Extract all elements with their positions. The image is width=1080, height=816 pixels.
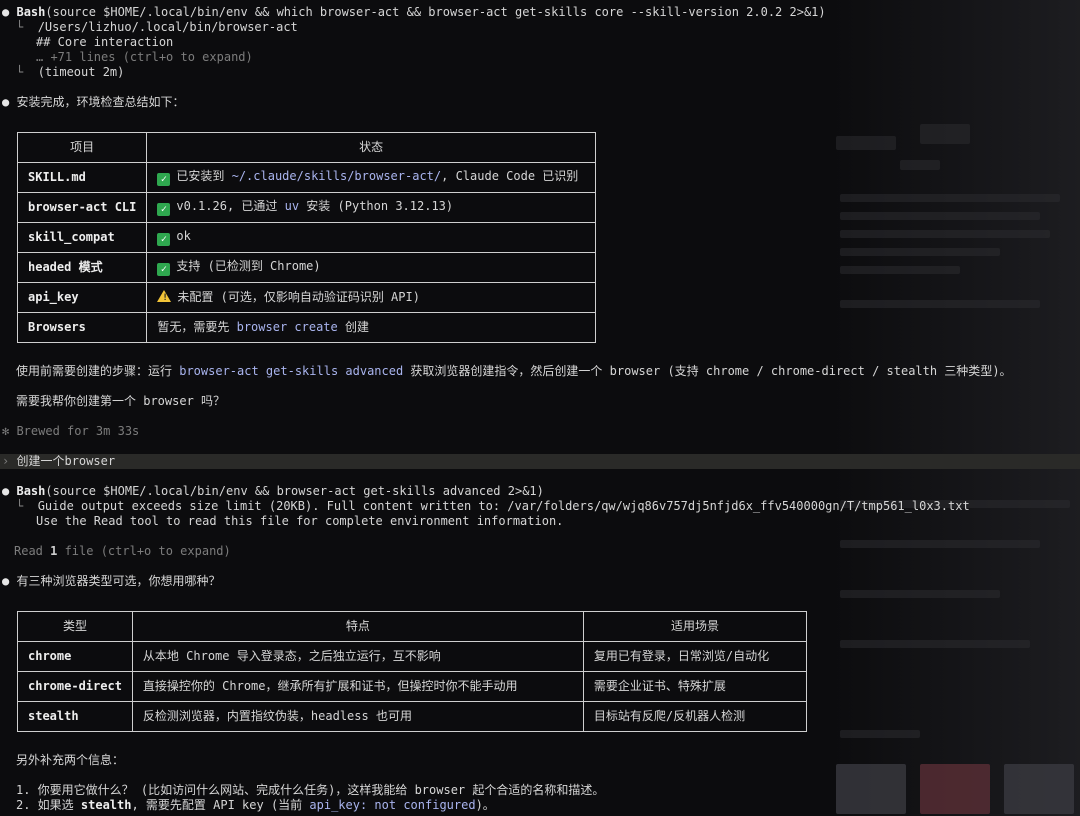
corner-icon: └ bbox=[16, 499, 24, 513]
table-key-cell: browser-act CLI bbox=[16, 192, 148, 223]
table-status-cell: 暂无，需要先 browser create 创建 bbox=[146, 312, 596, 343]
table-row: api_key 未配置 (可选，仅影响自动验证码识别 API) bbox=[16, 282, 596, 313]
table-cell: 目标站有反爬/反机器人检测 bbox=[582, 701, 808, 732]
read-file-line[interactable]: Read 1 file (ctrl+o to expand) bbox=[14, 544, 231, 559]
list-item-2: 2. 如果选 stealth, 需要先配置 API key (当前 api_ke… bbox=[16, 798, 495, 812]
bash-output-line: └ Guide output exceeds size limit (20KB)… bbox=[16, 499, 970, 513]
bash-call-1: ● Bash(source $HOME/.local/bin/env && wh… bbox=[2, 5, 826, 19]
table-key-cell: chrome bbox=[17, 641, 133, 672]
prompt-marker-icon: › bbox=[2, 454, 10, 468]
table-cell: 需要企业证书、特殊扩展 bbox=[582, 671, 808, 702]
expand-hint[interactable]: … +71 lines (ctrl+o to expand) bbox=[36, 50, 253, 65]
table-key-cell: headed 模式 bbox=[16, 252, 148, 283]
table-cell: 复用已有登录，日常浏览/自动化 bbox=[582, 641, 808, 672]
table-cell: 从本地 Chrome 导入登录态，之后独立运行，互不影响 bbox=[131, 641, 584, 672]
table-row: chrome 从本地 Chrome 导入登录态，之后独立运行，互不影响 复用已有… bbox=[17, 641, 808, 672]
blurred-block bbox=[836, 764, 906, 814]
table-header-cell: 状态 bbox=[146, 132, 596, 163]
blurred-block bbox=[920, 764, 990, 814]
bullet-icon: ● bbox=[2, 574, 10, 588]
table-cell: 反检测浏览器，内置指纹伪装，headless 也可用 bbox=[131, 701, 584, 732]
bullet-icon: ● bbox=[2, 484, 10, 498]
blurred-block bbox=[840, 730, 920, 738]
blurred-block bbox=[840, 194, 1060, 202]
table-status-cell: 未配置 (可选，仅影响自动验证码识别 API) bbox=[146, 282, 596, 313]
bash-output-line: ## Core interaction bbox=[36, 35, 174, 49]
list-item-1: 1. 你要用它做什么？ (比如访问什么网站、完成什么任务)，这样我能给 brow… bbox=[16, 783, 605, 797]
check-icon: ✓ bbox=[157, 203, 171, 216]
timeout-line: └ (timeout 2m) bbox=[16, 65, 125, 79]
user-prompt: › 创建一个browser bbox=[2, 454, 116, 468]
blurred-block bbox=[1004, 764, 1074, 814]
table-status-cell: ✓ 支持 (已检测到 Chrome) bbox=[146, 252, 596, 283]
table-row: headed 模式 ✓ 支持 (已检测到 Chrome) bbox=[16, 252, 596, 283]
warning-icon bbox=[157, 290, 172, 306]
env-check-table: 项目 状态 SKILL.md ✓ 已安装到 ~/.claude/skills/br… bbox=[16, 132, 596, 343]
check-icon: ✓ bbox=[157, 263, 171, 276]
blurred-block bbox=[840, 590, 1000, 598]
table-key-cell: Browsers bbox=[16, 312, 148, 343]
table-row: SKILL.md ✓ 已安装到 ~/.claude/skills/browser-… bbox=[16, 162, 596, 193]
check-icon: ✓ bbox=[157, 173, 171, 186]
blurred-block bbox=[840, 230, 1050, 238]
table-status-cell: ✓ ok bbox=[146, 222, 596, 253]
table-header-row: 项目 状态 bbox=[16, 132, 596, 163]
table-row: skill_compat ✓ ok bbox=[16, 222, 596, 253]
corner-icon: └ bbox=[16, 65, 24, 79]
blurred-block bbox=[840, 640, 1030, 648]
blurred-block bbox=[900, 160, 940, 170]
check-icon: ✓ bbox=[157, 233, 171, 246]
question-line: 需要我帮你创建第一个 browser 吗？ bbox=[16, 394, 226, 408]
summary-intro: ● 安装完成，环境检查总结如下： bbox=[2, 95, 185, 109]
table-key-cell: skill_compat bbox=[16, 222, 148, 253]
blurred-block bbox=[840, 300, 1040, 308]
table-key-cell: stealth bbox=[17, 701, 133, 732]
table-key-cell: api_key bbox=[16, 282, 148, 313]
blurred-background-window bbox=[830, 0, 1080, 816]
table-row: chrome-direct 直接操控你的 Chrome，继承所有扩展和证书，但操… bbox=[17, 671, 808, 702]
blurred-block bbox=[840, 248, 1000, 256]
table-header-cell: 适用场景 bbox=[582, 611, 808, 642]
bash-output-line: Use the Read tool to read this file for … bbox=[36, 514, 564, 528]
table-header-row: 类型 特点 适用场景 bbox=[17, 611, 808, 642]
bullet-icon: ● bbox=[2, 5, 10, 19]
corner-icon: └ bbox=[16, 20, 24, 34]
bash-call-2: ● Bash(source $HOME/.local/bin/env && br… bbox=[2, 484, 544, 498]
blurred-block bbox=[836, 136, 896, 150]
blurred-block bbox=[840, 212, 1040, 220]
blurred-block bbox=[840, 540, 1040, 548]
brewed-status: ✻ Brewed for 3m 33s bbox=[2, 424, 140, 438]
table-row: browser-act CLI ✓ v0.1.26, 已通过 uv 安装 (Pyt… bbox=[16, 192, 596, 223]
table-status-cell: ✓ v0.1.26, 已通过 uv 安装 (Python 3.12.13) bbox=[146, 192, 596, 223]
extra-intro: 另外补充两个信息： bbox=[16, 753, 125, 767]
table-header-cell: 类型 bbox=[17, 611, 133, 642]
table-row: stealth 反检测浏览器，内置指纹伪装，headless 也可用 目标站有反… bbox=[17, 701, 808, 732]
steps-line: 使用前需要创建的步骤：运行 browser-act get-skills adv… bbox=[16, 364, 1012, 378]
bash-output-line: └ /Users/lizhuo/.local/bin/browser-act bbox=[16, 20, 298, 34]
table-key-cell: SKILL.md bbox=[16, 162, 148, 193]
table-key-cell: chrome-direct bbox=[17, 671, 133, 702]
blurred-block bbox=[920, 124, 970, 144]
types-intro: ● 有三种浏览器类型可选，你想用哪种？ bbox=[2, 574, 221, 588]
table-header-cell: 项目 bbox=[16, 132, 148, 163]
browser-types-table: 类型 特点 适用场景 chrome 从本地 Chrome 导入登录态，之后独立运… bbox=[17, 611, 808, 732]
bullet-icon: ● bbox=[2, 95, 10, 109]
blurred-block bbox=[840, 266, 960, 274]
user-prompt-highlight bbox=[0, 454, 1080, 469]
table-cell: 直接操控你的 Chrome，继承所有扩展和证书，但操控时你不能手动用 bbox=[131, 671, 584, 702]
table-row: Browsers 暂无，需要先 browser create 创建 bbox=[16, 312, 596, 343]
table-header-cell: 特点 bbox=[131, 611, 584, 642]
table-status-cell: ✓ 已安装到 ~/.claude/skills/browser-act/, Cla… bbox=[146, 162, 596, 193]
